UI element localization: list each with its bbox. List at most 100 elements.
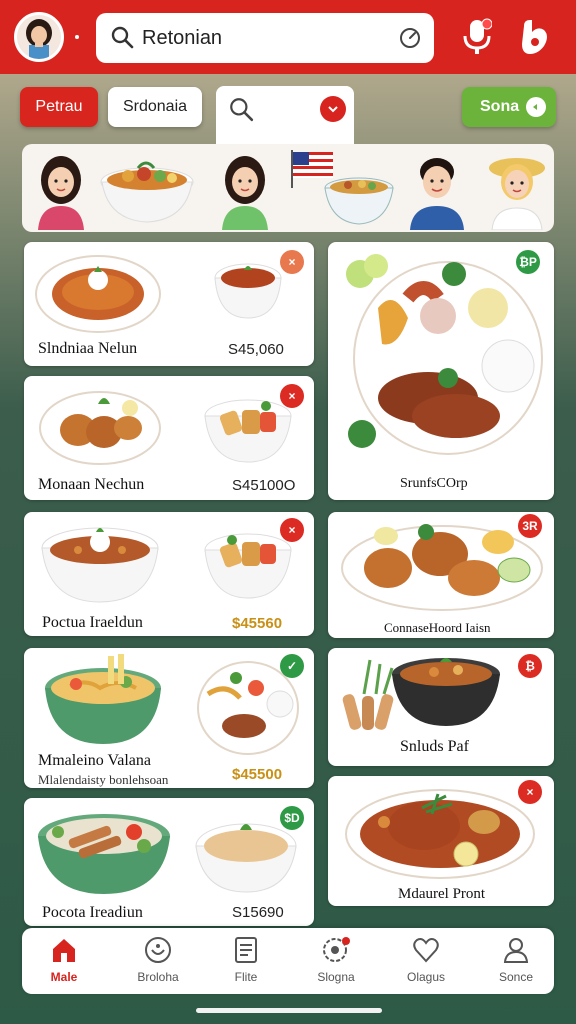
user-icon <box>503 938 529 963</box>
top-bar <box>0 0 576 74</box>
dish-card[interactable]: × Slndniaa Nelun S45,060 <box>24 242 314 366</box>
filter-chip-sona[interactable]: Sona <box>462 87 556 127</box>
avatar-image <box>17 15 61 59</box>
badge-label: ₿ <box>525 659 535 673</box>
toggle-icon <box>526 97 546 117</box>
badge-label: × <box>526 785 534 799</box>
dish-image <box>41 527 159 603</box>
dish-name: ConnaseHoord Iaisn <box>384 620 491 635</box>
badge-label: × <box>288 255 296 269</box>
person-illustration <box>38 156 84 230</box>
dish-name: Poctua Iraeldun <box>42 614 143 631</box>
nav-label: Sonce <box>498 970 534 984</box>
search-tab[interactable] <box>216 86 354 146</box>
dish-card[interactable]: ✓ Mmaleino Valana Mlalendaisty bonlehsoa… <box>24 648 314 788</box>
dish-card[interactable]: × Monaan Nechun S45100O <box>24 376 314 500</box>
remove-badge[interactable]: × <box>280 518 304 542</box>
nav-item-slogna[interactable]: Slogna <box>298 936 374 990</box>
badge-label: ✓ <box>286 659 298 673</box>
chevron-down-icon <box>328 106 338 113</box>
search-icon <box>111 26 134 49</box>
nav-label: Male <box>50 970 78 984</box>
favorite-icon[interactable] <box>518 18 552 56</box>
dish-subtitle: Mlalendaisty bonlehsoan <box>38 772 169 787</box>
badge-label: $D <box>284 811 300 825</box>
dish-name: Pocota Ireadiun <box>42 904 143 921</box>
dish-card[interactable]: 3R ConnaseHoord Iaisn <box>328 512 554 638</box>
dish-price: S45,060 <box>228 341 284 358</box>
dish-name: Slndniaa Nelun <box>38 340 138 357</box>
avatar[interactable] <box>14 12 64 62</box>
dish-image <box>35 255 161 333</box>
person-illustration <box>410 158 464 230</box>
refresh-icon[interactable] <box>398 26 422 50</box>
dish-name: Mmaleino Valana <box>38 752 152 769</box>
person-illustration <box>489 158 545 230</box>
filter-chip-label: Sona <box>480 98 520 115</box>
dish-card[interactable]: × Mdaurel Pront <box>328 776 554 906</box>
home-icon <box>53 939 75 962</box>
dish-price: S15690 <box>232 904 284 921</box>
dish-price: S45100O <box>232 477 296 494</box>
heart-icon <box>413 938 439 963</box>
nav-item-sonce[interactable]: Sonce <box>478 936 554 990</box>
badge-label: ₿P <box>519 255 537 269</box>
status-badge[interactable]: ₿ <box>518 654 542 678</box>
search-icon <box>230 98 254 122</box>
nav-item-broloha[interactable]: Broloha <box>120 936 196 990</box>
search-input[interactable] <box>142 23 382 53</box>
nav-label: Slogna <box>317 970 355 984</box>
nav-label: Olagus <box>406 970 446 984</box>
dish-image <box>39 391 161 465</box>
nav-item-flite[interactable]: Flite <box>208 936 284 990</box>
status-badge[interactable]: $D <box>280 806 304 830</box>
dish-name: Snluds Paf <box>400 738 469 755</box>
dish-image <box>214 263 282 319</box>
dish-bowl-illustration <box>324 177 394 225</box>
nav-label: Broloha <box>137 970 179 984</box>
person-illustration <box>222 156 268 230</box>
status-badge[interactable]: 3R <box>518 514 542 538</box>
dish-image <box>392 658 500 726</box>
filter-chip-srdonaia[interactable]: Srdonaia <box>108 87 202 127</box>
filter-chip-petrau[interactable]: Petrau <box>20 87 98 127</box>
dropdown-button[interactable] <box>320 96 346 122</box>
dish-card[interactable]: ₿ Snluds Paf <box>328 648 554 766</box>
dish-name: SrunfsCOrp <box>400 476 468 491</box>
dish-image <box>341 524 543 611</box>
dish-image <box>45 654 161 744</box>
dish-price: $45500 <box>232 766 283 783</box>
chat-icon <box>323 937 350 962</box>
dish-image <box>346 254 543 455</box>
remove-badge[interactable]: × <box>518 780 542 804</box>
badge-label: × <box>288 389 296 403</box>
nav-item-home[interactable]: Male <box>26 936 102 990</box>
filter-chip-label: Petrau <box>35 98 83 115</box>
dish-price: $45560 <box>232 615 283 632</box>
dish-name: Mdaurel Pront <box>398 886 486 902</box>
nav-item-olagus[interactable]: Olagus <box>388 936 464 990</box>
dish-name: Monaan Nechun <box>38 476 145 493</box>
bowl-icon <box>145 937 171 963</box>
remove-badge[interactable]: × <box>280 250 304 274</box>
search-bar[interactable] <box>96 13 434 63</box>
badge-label: × <box>288 523 296 537</box>
dish-image <box>345 789 535 879</box>
check-badge[interactable]: ✓ <box>280 654 304 678</box>
status-badge[interactable]: ₿P <box>516 250 540 274</box>
dish-bowl-illustration <box>100 161 194 223</box>
filter-chip-label: Srdonaia <box>122 98 188 115</box>
status-dot <box>75 35 79 39</box>
badge-label: 3R <box>522 519 538 533</box>
dish-card[interactable]: × Poctua Iraeldun $45560 <box>24 512 314 636</box>
dish-card[interactable]: $D Pocota Ireadiun S15690 <box>24 798 314 926</box>
dish-card[interactable]: ₿P SrunfsCOrp <box>328 242 554 500</box>
promo-banner[interactable] <box>22 144 554 232</box>
dish-image <box>38 814 170 894</box>
remove-badge[interactable]: × <box>280 384 304 408</box>
bottom-navigation: Male Broloha Flite Slogna Olagus Sonce <box>22 928 554 994</box>
mic-icon[interactable] <box>462 18 492 56</box>
list-icon <box>235 937 257 963</box>
home-indicator[interactable] <box>196 1008 382 1013</box>
nav-label: Flite <box>234 970 258 984</box>
